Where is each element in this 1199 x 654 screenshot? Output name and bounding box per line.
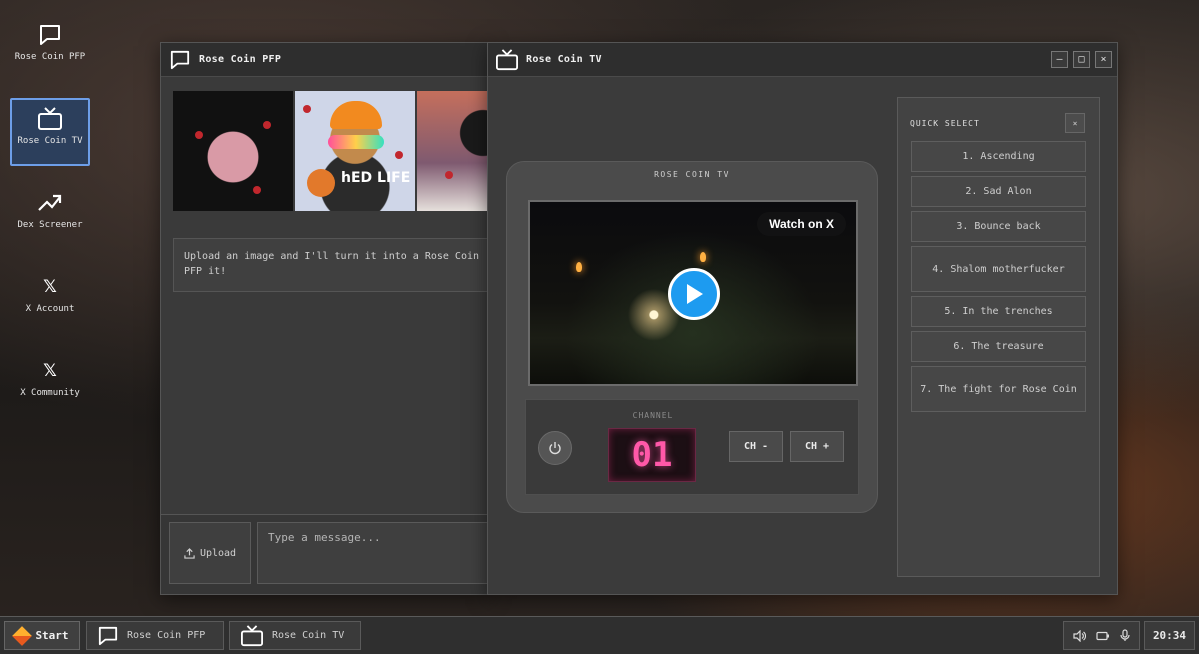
tv-icon	[494, 47, 520, 73]
tv-brand: ROSE COIN TV	[654, 170, 730, 179]
message-input[interactable]	[257, 522, 497, 584]
watch-on-x-link[interactable]: Watch on X	[757, 212, 846, 236]
desktop-icon-rose-coin-pfp[interactable]: Rose Coin PFP	[10, 14, 90, 82]
tv-set: ROSE COIN TV Watch on X CHANNEL 01 CH - …	[506, 161, 878, 513]
chat-bubble-icon	[38, 22, 62, 48]
tv-icon	[37, 106, 63, 132]
x-logo-icon: 𝕏	[43, 277, 57, 297]
minimize-button[interactable]: –	[1051, 51, 1068, 68]
play-icon	[687, 284, 703, 304]
desktop-icon-rose-coin-tv[interactable]: Rose Coin TV	[10, 98, 90, 166]
quick-select-item[interactable]: 4. Shalom motherfucker	[911, 246, 1086, 292]
start-label: Start	[35, 629, 69, 642]
taskbar: Start Rose Coin PFP Rose Coin TV 20:34	[0, 616, 1199, 654]
desktop-icon-label: X Community	[20, 388, 80, 398]
taskbar-item-label: Rose Coin TV	[272, 630, 345, 641]
channel-label: CHANNEL	[632, 411, 674, 420]
channel-display: 01	[608, 428, 696, 482]
desktop-icon-label: Rose Coin PFP	[14, 52, 86, 62]
volume-icon[interactable]	[1073, 629, 1086, 642]
quick-select-item[interactable]: 1. Ascending	[911, 141, 1086, 172]
tv-icon	[240, 624, 264, 647]
upload-icon	[184, 547, 195, 559]
quick-select-panel: QUICK SELECT × 1. Ascending 2. Sad Alon …	[897, 97, 1100, 577]
desktop-icon-label: Rose Coin TV	[17, 136, 83, 146]
microphone-icon[interactable]	[1120, 629, 1130, 642]
start-button[interactable]: Start	[4, 621, 80, 650]
channel-up-button[interactable]: CH +	[790, 431, 844, 462]
start-logo-icon	[12, 625, 33, 646]
play-button[interactable]	[668, 268, 720, 320]
power-button[interactable]	[538, 431, 572, 465]
pfp-image[interactable]: hED LIFE	[295, 91, 415, 211]
system-tray	[1063, 621, 1140, 650]
quick-select-item[interactable]: 7. The fight for Rose Coin	[911, 366, 1086, 412]
taskbar-item-rose-coin-tv[interactable]: Rose Coin TV	[229, 621, 361, 650]
pfp-image[interactable]	[417, 91, 487, 211]
upload-label: Upload	[199, 547, 237, 559]
bot-message: Upload an image and I'll turn it into a …	[173, 238, 503, 292]
pfp-image[interactable]	[173, 91, 293, 211]
maximize-button[interactable]: □	[1073, 51, 1090, 68]
quick-select-item[interactable]: 2. Sad Alon	[911, 176, 1086, 207]
trending-up-icon	[38, 190, 62, 216]
quick-select-item[interactable]: 3. Bounce back	[911, 211, 1086, 242]
taskbar-clock: 20:34	[1144, 621, 1195, 650]
desktop-icon-x-account[interactable]: 𝕏 X Account	[10, 266, 90, 334]
desktop-icon-label: Dex Screener	[17, 220, 83, 230]
quick-select-title: QUICK SELECT	[910, 119, 980, 128]
desktop-icon-dex-screener[interactable]: Dex Screener	[10, 182, 90, 250]
quick-select-close-button[interactable]: ×	[1065, 113, 1085, 133]
pfp-window-titlebar[interactable]: Rose Coin PFP	[161, 43, 489, 77]
chat-bubble-icon	[167, 47, 193, 73]
desktop-icon-x-community[interactable]: 𝕏 X Community	[10, 350, 90, 418]
pfp-shirt-text: hED LIFE	[341, 170, 411, 186]
channel-down-button[interactable]: CH -	[729, 431, 783, 462]
desktop-icon-label: X Account	[25, 304, 75, 314]
desktop-icons: Rose Coin PFP Rose Coin TV Dex Screener …	[10, 14, 92, 434]
tv-window: Rose Coin TV – □ × ROSE COIN TV Watch on…	[487, 42, 1118, 595]
tv-control-panel: CHANNEL 01 CH - CH +	[525, 399, 859, 495]
power-icon	[549, 442, 561, 455]
window-controls: – □ ×	[1046, 51, 1112, 68]
taskbar-item-rose-coin-pfp[interactable]: Rose Coin PFP	[86, 621, 224, 650]
chat-bubble-icon	[97, 626, 119, 646]
quick-select-list: 1. Ascending 2. Sad Alon 3. Bounce back …	[911, 141, 1086, 416]
window-title: Rose Coin TV	[526, 54, 602, 65]
pfp-composer: Upload	[161, 514, 497, 594]
taskbar-item-label: Rose Coin PFP	[127, 630, 206, 641]
pfp-gallery: hED LIFE	[173, 91, 487, 211]
x-logo-icon: 𝕏	[43, 361, 57, 381]
tv-window-titlebar[interactable]: Rose Coin TV – □ ×	[488, 43, 1117, 77]
battery-icon[interactable]	[1096, 631, 1110, 641]
window-title: Rose Coin PFP	[199, 54, 282, 65]
pfp-window: Rose Coin PFP hED LIFE Upload an image a…	[160, 42, 503, 595]
tv-screen[interactable]: Watch on X	[528, 200, 858, 386]
close-button[interactable]: ×	[1095, 51, 1112, 68]
quick-select-item[interactable]: 6. The treasure	[911, 331, 1086, 362]
upload-button[interactable]: Upload	[169, 522, 251, 584]
quick-select-item[interactable]: 5. In the trenches	[911, 296, 1086, 327]
